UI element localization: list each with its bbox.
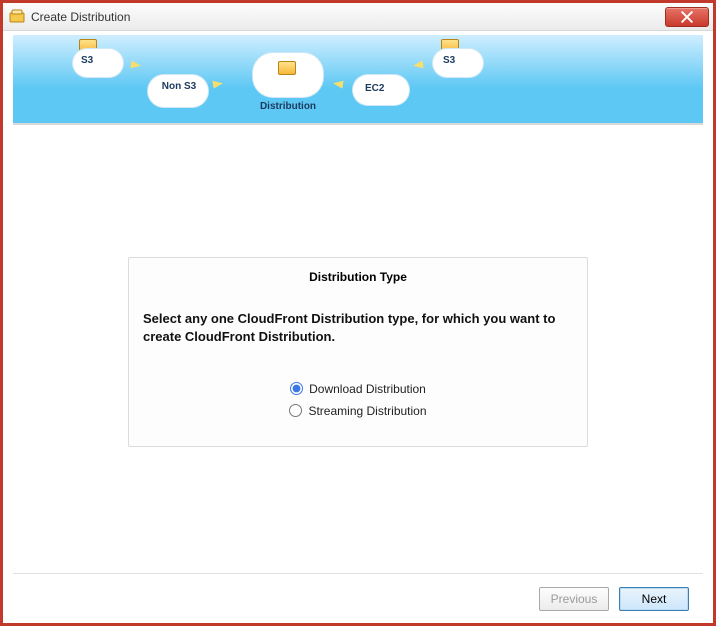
radio-download-input[interactable] — [290, 382, 303, 395]
panel-area: Distribution Type Select any one CloudFr… — [13, 131, 703, 573]
arrow-icon — [332, 79, 343, 88]
radio-streaming-input[interactable] — [289, 404, 302, 417]
radio-download-distribution[interactable]: Download Distribution — [290, 382, 426, 396]
cloud-s3-right — [433, 49, 483, 77]
close-button[interactable] — [665, 7, 709, 27]
app-icon — [9, 9, 25, 25]
panel-instruction: Select any one CloudFront Distribution t… — [143, 310, 573, 345]
dialog-window: Create Distribution S3 Non S3 Distributi… — [0, 0, 716, 626]
wizard-footer: Previous Next — [13, 573, 703, 623]
label-s3-right: S3 — [443, 55, 455, 66]
label-s3-left: S3 — [81, 55, 93, 66]
radio-streaming-distribution[interactable]: Streaming Distribution — [289, 404, 426, 418]
title-bar: Create Distribution — [3, 3, 713, 31]
distribution-box-icon — [278, 61, 296, 75]
arrow-icon — [412, 60, 423, 69]
radio-streaming-label: Streaming Distribution — [308, 404, 426, 418]
panel-heading: Distribution Type — [143, 270, 573, 284]
label-distribution: Distribution — [248, 101, 328, 112]
banner-diagram: S3 Non S3 Distribution EC2 S3 — [13, 35, 703, 125]
window-title: Create Distribution — [31, 10, 665, 24]
arrow-icon — [212, 79, 223, 88]
radio-download-label: Download Distribution — [309, 382, 426, 396]
label-ec2: EC2 — [365, 83, 384, 94]
previous-button[interactable]: Previous — [539, 587, 609, 611]
cloud-distribution — [253, 53, 323, 97]
distribution-type-panel: Distribution Type Select any one CloudFr… — [128, 257, 588, 446]
next-button[interactable]: Next — [619, 587, 689, 611]
label-non-s3: Non S3 — [157, 82, 201, 92]
arrow-icon — [130, 60, 141, 69]
distribution-type-radio-group: Download Distribution Streaming Distribu… — [143, 382, 573, 418]
content-area: Distribution Type Select any one CloudFr… — [3, 125, 713, 623]
